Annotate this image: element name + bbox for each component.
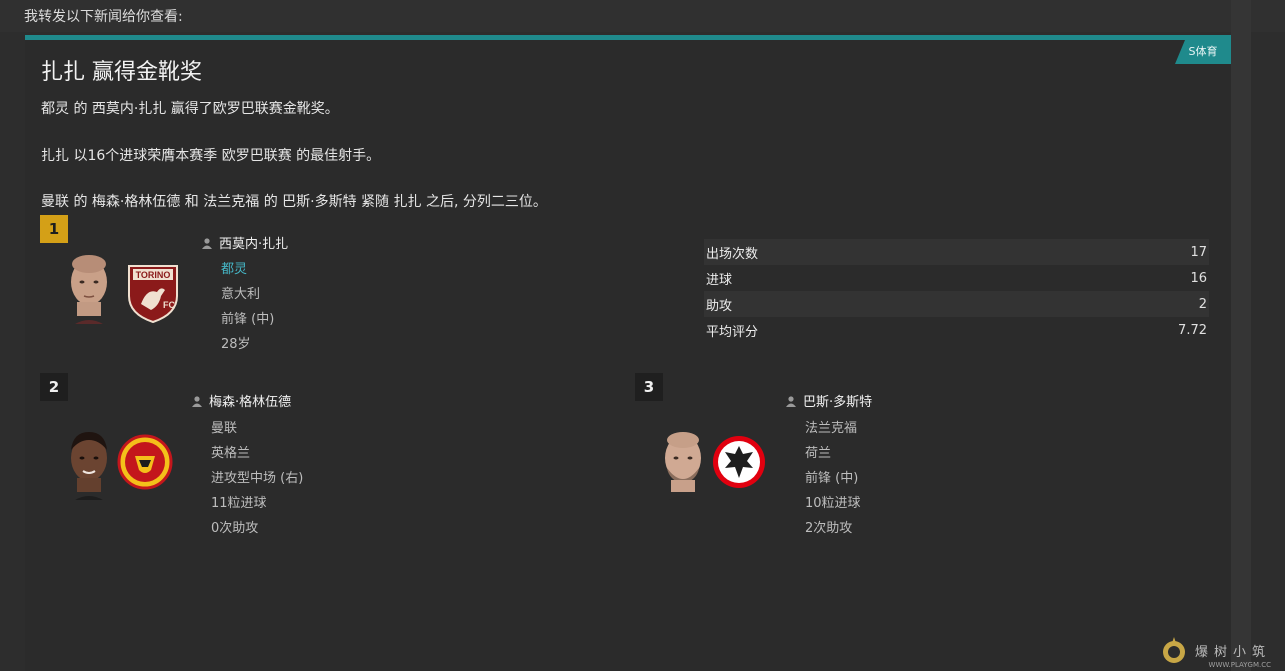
rank-badge-1: 1: [40, 215, 68, 243]
player-face-dost[interactable]: [659, 428, 707, 500]
player-face-zaza[interactable]: [65, 252, 113, 324]
stat-row: 平均评分 7.72: [704, 317, 1209, 343]
watermark-logo-icon: [1162, 637, 1185, 663]
player-name: 巴斯·多斯特: [803, 395, 873, 410]
intro-text: 我转发以下新闻给你查看:: [24, 9, 183, 25]
player-club: 法兰克福: [805, 421, 858, 436]
eintracht-frankfurt-crest-icon: [711, 434, 767, 490]
rank-badge-3: 3: [635, 373, 663, 401]
watermark-sub: WWW.PLAYGM.CC: [1208, 661, 1271, 669]
player-age: 28岁: [221, 337, 251, 352]
stat-value: 7.72: [1178, 322, 1207, 338]
news-title: 扎扎 赢得金靴奖: [41, 60, 202, 85]
player-nation: 意大利: [221, 287, 261, 302]
player-assists: 2次助攻: [805, 521, 853, 536]
news-paragraph: 都灵 的 西莫内·扎扎 赢得了欧罗巴联赛金靴奖。: [41, 101, 339, 117]
stat-label: 助攻: [706, 298, 733, 314]
top-bar: [0, 0, 1285, 32]
player-goals: 10粒进球: [805, 496, 861, 511]
stat-label: 平均评分: [706, 324, 759, 340]
stat-value: 16: [1190, 270, 1207, 286]
svg-text:FC: FC: [163, 300, 175, 310]
torino-crest-text: TORINO: [136, 270, 171, 280]
player-name-row[interactable]: 梅森·格林伍德: [191, 391, 291, 410]
player-name-row[interactable]: 巴斯·多斯特: [785, 391, 872, 410]
player-name: 梅森·格林伍德: [209, 395, 292, 410]
player-face-greenwood[interactable]: [65, 428, 113, 500]
stat-row: 进球 16: [704, 265, 1209, 291]
person-icon: [202, 237, 212, 249]
player-position: 前锋 (中): [221, 312, 275, 327]
stat-row: 助攻 2: [704, 291, 1209, 317]
player-name-row[interactable]: 西莫内·扎扎: [201, 233, 288, 252]
manchester-united-crest-icon: [117, 434, 173, 490]
watermark-text: 爆树小筑: [1194, 644, 1271, 660]
torino-crest-icon: TORINO FC: [125, 260, 181, 324]
person-icon: [786, 395, 796, 407]
stat-value: 17: [1190, 244, 1207, 260]
news-card: S体育 扎扎 赢得金靴奖 都灵 的 西莫内·扎扎 赢得了欧罗巴联赛金靴奖。 扎扎…: [25, 35, 1231, 671]
news-paragraph: 曼联 的 梅森·格林伍德 和 法兰克福 的 巴斯·多斯特 紧随 扎扎 之后, 分…: [41, 194, 547, 210]
player-nation: 荷兰: [805, 446, 832, 461]
stat-value: 2: [1198, 296, 1207, 312]
player-position: 进攻型中场 (右): [211, 471, 304, 486]
player-club: 曼联: [211, 421, 238, 436]
player-nation: 英格兰: [211, 446, 251, 461]
news-paragraph: 扎扎 以16个进球荣膺本赛季 欧罗巴联赛 的最佳射手。: [41, 148, 381, 164]
player-position: 前锋 (中): [805, 471, 859, 486]
stats-table: 出场次数 17 进球 16 助攻 2 平均评分 7.72: [704, 239, 1209, 343]
source-tag: S体育: [1175, 40, 1231, 64]
scrollbar[interactable]: [1231, 0, 1251, 671]
rank-badge-2: 2: [40, 373, 68, 401]
player-goals: 11粒进球: [211, 496, 267, 511]
stat-label: 进球: [706, 272, 733, 288]
player-assists: 0次助攻: [211, 521, 259, 536]
stat-label: 出场次数: [706, 246, 759, 262]
stat-row: 出场次数 17: [704, 239, 1209, 265]
player-club-link[interactable]: 都灵: [221, 258, 247, 277]
person-icon: [192, 395, 202, 407]
player-name: 西莫内·扎扎: [219, 237, 289, 252]
